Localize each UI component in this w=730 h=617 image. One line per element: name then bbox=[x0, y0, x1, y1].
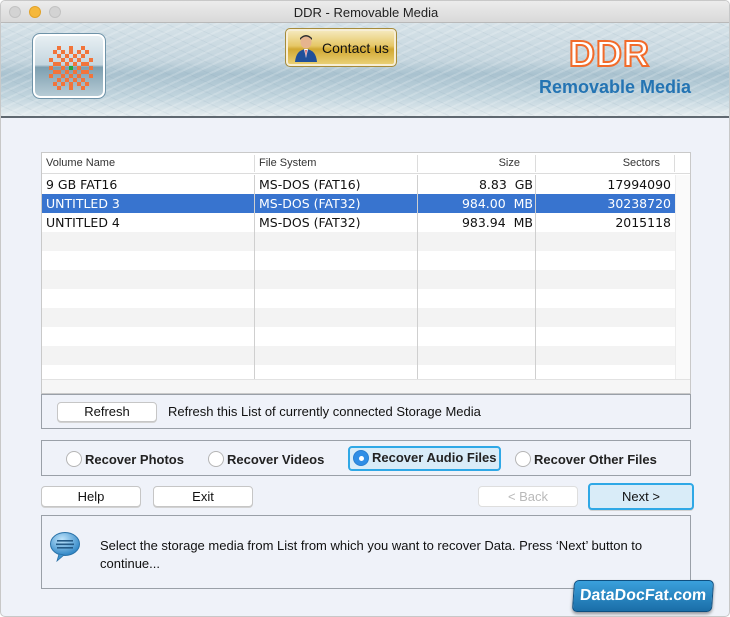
empty-row bbox=[42, 346, 675, 365]
radio-recover-photos[interactable]: Recover Photos bbox=[66, 448, 196, 470]
column-divider[interactable] bbox=[535, 155, 536, 172]
cell-sectors: 2015118 bbox=[615, 215, 671, 230]
column-header-size[interactable]: Size bbox=[499, 157, 520, 169]
checker-burst-logo-icon bbox=[49, 46, 93, 90]
radio-circle-icon bbox=[66, 451, 82, 467]
radio-recover-other-files[interactable]: Recover Other Files bbox=[515, 448, 675, 470]
empty-row bbox=[42, 251, 675, 270]
exit-button[interactable]: Exit bbox=[153, 486, 253, 507]
cell-size: 8.83 GB bbox=[478, 177, 533, 192]
next-button[interactable]: Next > bbox=[588, 483, 694, 510]
contact-us-label: Contact us bbox=[322, 40, 389, 56]
column-gridline bbox=[417, 175, 418, 379]
horizontal-scrollbar[interactable] bbox=[42, 379, 690, 393]
app-logo bbox=[32, 33, 106, 99]
cell-sectors: 17994090 bbox=[607, 177, 671, 192]
radio-label: Recover Other Files bbox=[534, 452, 657, 467]
radio-label: Recover Videos bbox=[227, 452, 325, 467]
cell-size: 984.00 MB bbox=[461, 196, 533, 211]
column-gridline bbox=[535, 175, 536, 379]
empty-row bbox=[42, 327, 675, 346]
column-divider bbox=[674, 155, 675, 172]
recovery-type-group: Recover Photos Recover Videos Recover Au… bbox=[41, 440, 691, 476]
column-header-sectors[interactable]: Sectors bbox=[623, 157, 660, 169]
cell-sectors: 30238720 bbox=[607, 196, 671, 211]
back-button[interactable]: < Back bbox=[478, 486, 578, 507]
table-row[interactable]: UNTITLED 3 MS-DOS (FAT32) 984.00 MB 3023… bbox=[42, 194, 675, 213]
radio-recover-videos[interactable]: Recover Videos bbox=[208, 448, 338, 470]
column-divider[interactable] bbox=[254, 155, 255, 172]
instruction-panel: Select the storage media from List from … bbox=[41, 515, 691, 589]
empty-row bbox=[42, 308, 675, 327]
refresh-description: Refresh this List of currently connected… bbox=[168, 404, 481, 419]
radio-circle-icon bbox=[208, 451, 224, 467]
vertical-scrollbar[interactable] bbox=[675, 175, 690, 379]
table-row[interactable]: UNTITLED 4 MS-DOS (FAT32) 983.94 MB 2015… bbox=[42, 213, 675, 232]
radio-label: Recover Audio Files bbox=[372, 450, 497, 465]
cell-volume-name: 9 GB FAT16 bbox=[46, 177, 118, 192]
cell-volume-name: UNTITLED 3 bbox=[46, 196, 120, 211]
cell-file-system: MS-DOS (FAT16) bbox=[259, 177, 361, 192]
brand-title: DDR bbox=[568, 32, 650, 75]
table-body: 9 GB FAT16 MS-DOS (FAT16) 8.83 GB 179940… bbox=[42, 175, 675, 379]
cell-volume-name: UNTITLED 4 bbox=[46, 215, 120, 230]
person-icon bbox=[295, 35, 317, 62]
cell-file-system: MS-DOS (FAT32) bbox=[259, 215, 361, 230]
help-button[interactable]: Help bbox=[41, 486, 141, 507]
column-gridline bbox=[254, 175, 255, 379]
table-row[interactable]: 9 GB FAT16 MS-DOS (FAT16) 8.83 GB 179940… bbox=[42, 175, 675, 194]
window-title: DDR - Removable Media bbox=[293, 5, 439, 20]
refresh-button[interactable]: Refresh bbox=[57, 402, 157, 422]
refresh-panel: Refresh Refresh this List of currently c… bbox=[41, 394, 691, 429]
cell-size: 983.94 MB bbox=[461, 215, 533, 230]
watermark-badge: DataDocFat.com bbox=[571, 580, 715, 612]
column-divider[interactable] bbox=[417, 155, 418, 172]
empty-row bbox=[42, 365, 675, 379]
contact-us-button[interactable]: Contact us bbox=[285, 28, 397, 67]
table-header: Volume Name File System Size Sectors bbox=[42, 153, 690, 174]
column-header-file-system[interactable]: File System bbox=[259, 157, 316, 169]
title-bar: DDR - Removable Media bbox=[1, 1, 729, 23]
radio-label: Recover Photos bbox=[85, 452, 184, 467]
cell-file-system: MS-DOS (FAT32) bbox=[259, 196, 361, 211]
empty-row bbox=[42, 232, 675, 251]
instruction-text: Select the storage media from List from … bbox=[100, 538, 643, 571]
speech-bubble-icon bbox=[50, 532, 80, 562]
column-header-volume-name[interactable]: Volume Name bbox=[46, 157, 115, 169]
radio-recover-audio-files[interactable]: Recover Audio Files bbox=[348, 446, 501, 471]
volume-table: Volume Name File System Size Sectors 9 G… bbox=[41, 152, 691, 394]
empty-row bbox=[42, 289, 675, 308]
empty-row bbox=[42, 270, 675, 289]
app-window: DDR - Removable Media Contact us DDR Rem… bbox=[0, 0, 730, 617]
radio-selected-icon bbox=[353, 450, 369, 466]
header-banner: Contact us DDR Removable Media bbox=[1, 23, 729, 118]
brand-subtitle: Removable Media bbox=[539, 77, 692, 97]
radio-circle-icon bbox=[515, 451, 531, 467]
